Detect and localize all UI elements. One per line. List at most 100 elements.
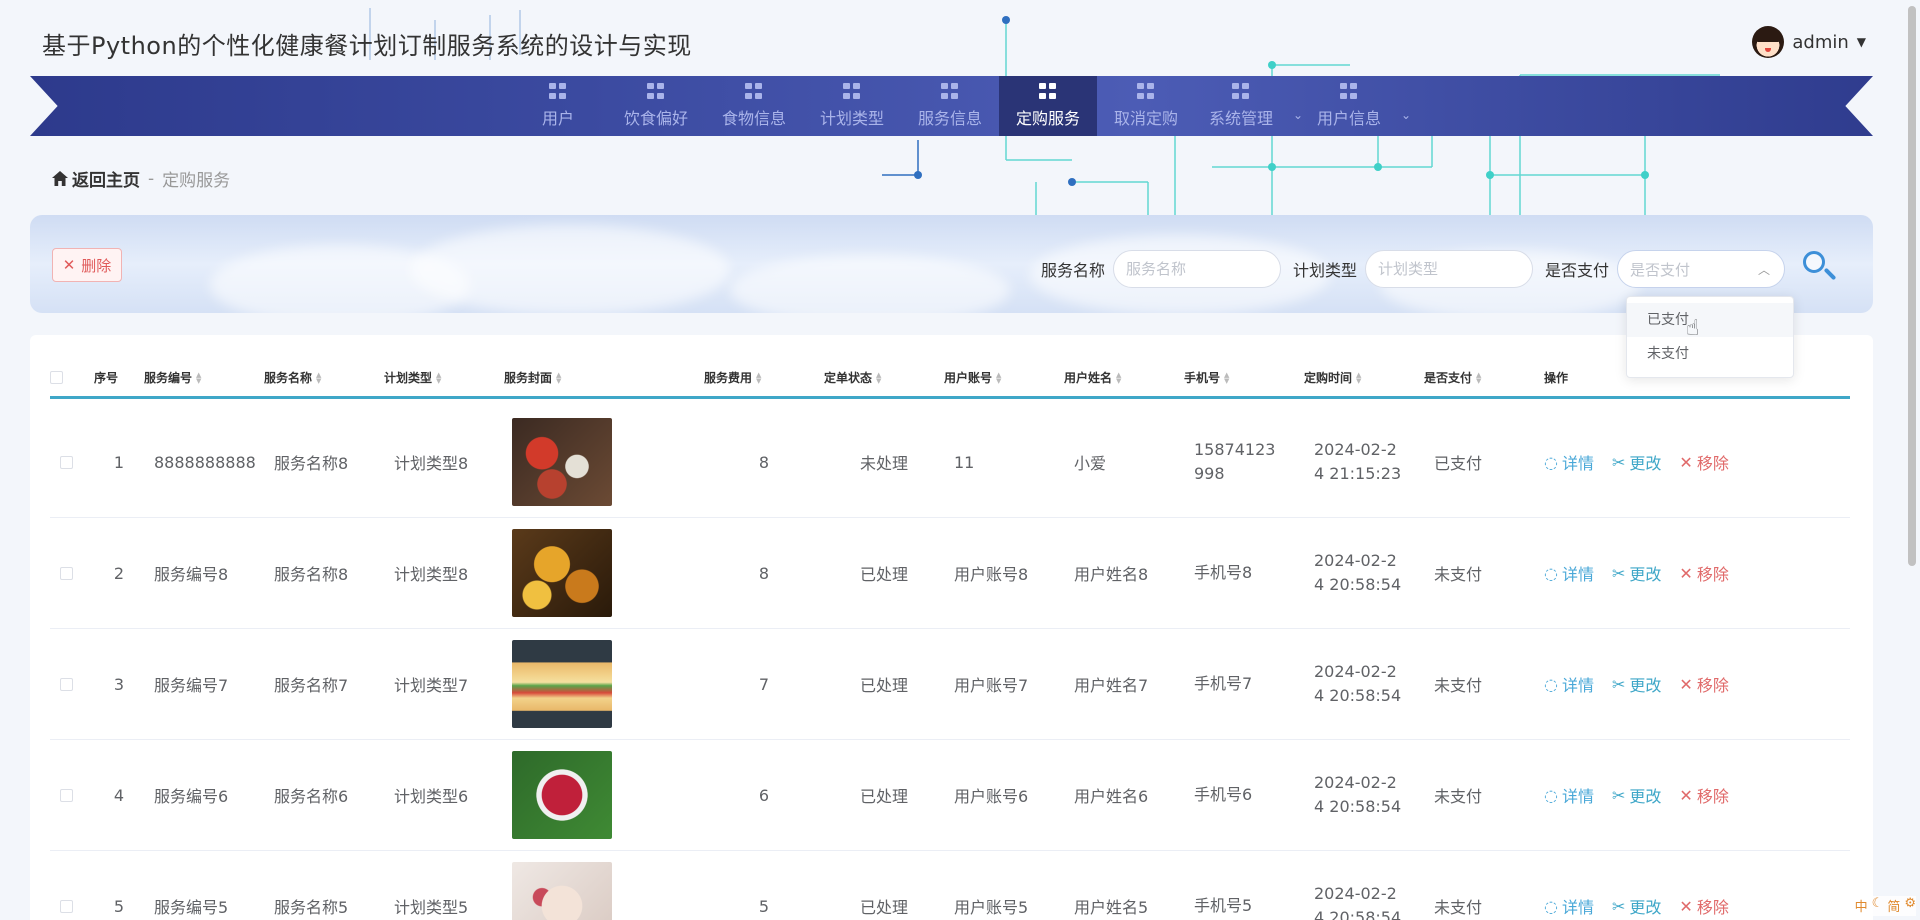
edit-label: 更改 [1629,676,1662,695]
grid-icon [1038,83,1057,99]
sort-icon[interactable]: ▲ ▼ [1476,371,1481,384]
column-header: 是否支付 [1424,371,1473,385]
search-button[interactable] [1799,247,1843,291]
sort-icon[interactable]: ▲ ▼ [996,371,1001,384]
edit-button[interactable]: ✂ 更改 [1612,894,1661,918]
sort-icon[interactable]: ▲ ▼ [876,371,881,384]
service-cover-image[interactable] [512,862,612,920]
plan-type-input[interactable] [1364,250,1533,288]
sort-icon[interactable]: ▲ ▼ [756,371,761,384]
cell-phone: 手机号6 [1194,785,1253,804]
view-button[interactable]: ◌ 详情 [1544,783,1594,807]
column-header: 服务封面 [504,371,553,385]
eye-icon: ◌ [1544,563,1558,583]
view-button[interactable]: ◌ 详情 [1544,450,1594,474]
ime-simplified[interactable]: 简 [1887,896,1900,916]
remove-button[interactable]: ✕ 移除 [1679,894,1728,918]
edit-button[interactable]: ✂ 更改 [1612,450,1661,474]
view-button[interactable]: ◌ 详情 [1544,672,1594,696]
remove-button[interactable]: ✕ 移除 [1679,783,1728,807]
cell-code: 8888888888 [154,452,256,472]
eye-icon: ◌ [1544,785,1558,805]
sort-icon[interactable]: ▲ ▼ [196,371,201,384]
search-form: 服务名称 计划类型 是否支付 是否支付 ︿ [1041,247,1873,291]
column-header: 服务名称 [264,371,313,385]
edit-icon: ✂ [1611,674,1626,694]
column-header: 用户姓名 [1064,371,1113,385]
view-button[interactable]: ◌ 详情 [1544,894,1594,918]
nav-item-7[interactable]: 系统管理 ⌄ [1195,76,1303,136]
scrollbar-thumb[interactable] [1908,6,1916,566]
row-checkbox[interactable] [60,566,73,580]
breadcrumb-home[interactable]: 返回主页 [52,166,140,191]
delete-button[interactable]: ✕ 删除 [52,248,122,282]
nav-item-2[interactable]: 食物信息 [705,76,803,136]
user-menu[interactable]: admin ▼ [1752,26,1866,58]
service-name-input[interactable] [1112,250,1281,288]
table-row: 3 服务编号7 服务名称7 计划类型7 7 已处理 用户账号7 用户姓名7 手机号7 2024-0… [50,629,1850,740]
edit-icon: ✂ [1611,785,1626,805]
close-icon: ✕ [62,256,76,274]
edit-label: 更改 [1629,898,1662,917]
sort-icon[interactable]: ▲ ▼ [1356,371,1361,384]
nav-item-3[interactable]: 计划类型 [803,76,901,136]
plan-type-label: 计划类型 [1292,261,1357,280]
nav-item-6[interactable]: 取消定购 [1097,76,1195,136]
service-cover-image[interactable] [512,751,612,839]
row-checkbox[interactable] [60,455,73,469]
nav-item-8[interactable]: 用户信息 ⌄ [1303,76,1411,136]
remove-button[interactable]: ✕ 移除 [1679,561,1728,585]
cell-time: 2024-02-24 20:58:54 [1314,551,1402,594]
row-checkbox[interactable] [60,899,73,913]
row-checkbox[interactable] [60,677,73,691]
cell-time: 2024-02-24 20:58:54 [1314,773,1402,816]
cell-code: 服务编号8 [154,565,229,584]
data-table: 序号 服务编号 ▲ ▼ 服务名称 ▲ ▼ 计划类型 ▲ ▼ 服务封面 ▲ ▼ 服务费用 ▲ ▼ 定单状态 ▲ ▼ 用户… [30,335,1873,920]
edit-button[interactable]: ✂ 更改 [1612,672,1661,696]
remove-button[interactable]: ✕ 移除 [1679,672,1728,696]
paid-select[interactable]: 是否支付 ︿ [1617,250,1785,288]
close-icon: ✕ [1679,452,1693,472]
close-icon: ✕ [1679,563,1693,583]
sort-icon[interactable]: ▲ ▼ [436,371,441,384]
nav-item-4[interactable]: 服务信息 [901,76,999,136]
cell-time: 2024-02-24 21:15:23 [1314,440,1402,483]
remove-label: 移除 [1696,565,1729,584]
eye-icon: ◌ [1544,674,1558,694]
nav-item-0[interactable]: 用户 [509,76,607,136]
edit-button[interactable]: ✂ 更改 [1612,561,1661,585]
ime-toolbar: 中 ☾ 简 ⚙ [1854,896,1916,916]
caret-down-icon: ▼ [1856,35,1866,49]
paid-select-placeholder: 是否支付 [1630,260,1691,279]
nav-item-5[interactable]: 定购服务 [998,76,1097,136]
table-row: 1 8888888888 服务名称8 计划类型8 8 未处理 11 小爱 15874123998… [50,407,1850,518]
row-checkbox[interactable] [60,788,73,802]
dropdown-option-unpaid[interactable]: 未支付 [1627,337,1793,371]
app-title: 基于Python的个性化健康餐计划订制服务系统的设计与实现 [42,32,692,60]
grid-icon [646,83,665,99]
view-button[interactable]: ◌ 详情 [1544,561,1594,585]
paid-dropdown: 已支付 未支付 [1626,296,1794,378]
sort-icon[interactable]: ▲ ▼ [1116,371,1121,384]
sort-icon[interactable]: ▲ ▼ [316,371,321,384]
dropdown-option-paid[interactable]: 已支付 [1627,303,1793,337]
sort-icon[interactable]: ▲ ▼ [556,371,561,384]
nav-item-label: 食物信息 [721,109,786,128]
cell-idx: 3 [113,674,125,694]
sort-icon[interactable]: ▲ ▼ [1224,371,1229,384]
cell-fee: 7 [758,674,770,694]
service-cover-image[interactable] [512,418,612,506]
remove-label: 移除 [1696,898,1729,917]
ime-chinese[interactable]: 中 [1855,896,1868,916]
column-header: 计划类型 [384,371,433,385]
column-header: 操作 [1544,371,1569,385]
select-all-checkbox[interactable] [50,371,63,384]
edit-button[interactable]: ✂ 更改 [1612,783,1661,807]
column-header: 服务编号 [144,371,193,385]
service-cover-image[interactable] [512,529,612,617]
remove-label: 移除 [1696,454,1729,473]
ime-gear-icon: ⚙ [1904,896,1916,911]
nav-item-1[interactable]: 饮食偏好 [607,76,705,136]
service-cover-image[interactable] [512,640,612,728]
remove-button[interactable]: ✕ 移除 [1679,450,1728,474]
